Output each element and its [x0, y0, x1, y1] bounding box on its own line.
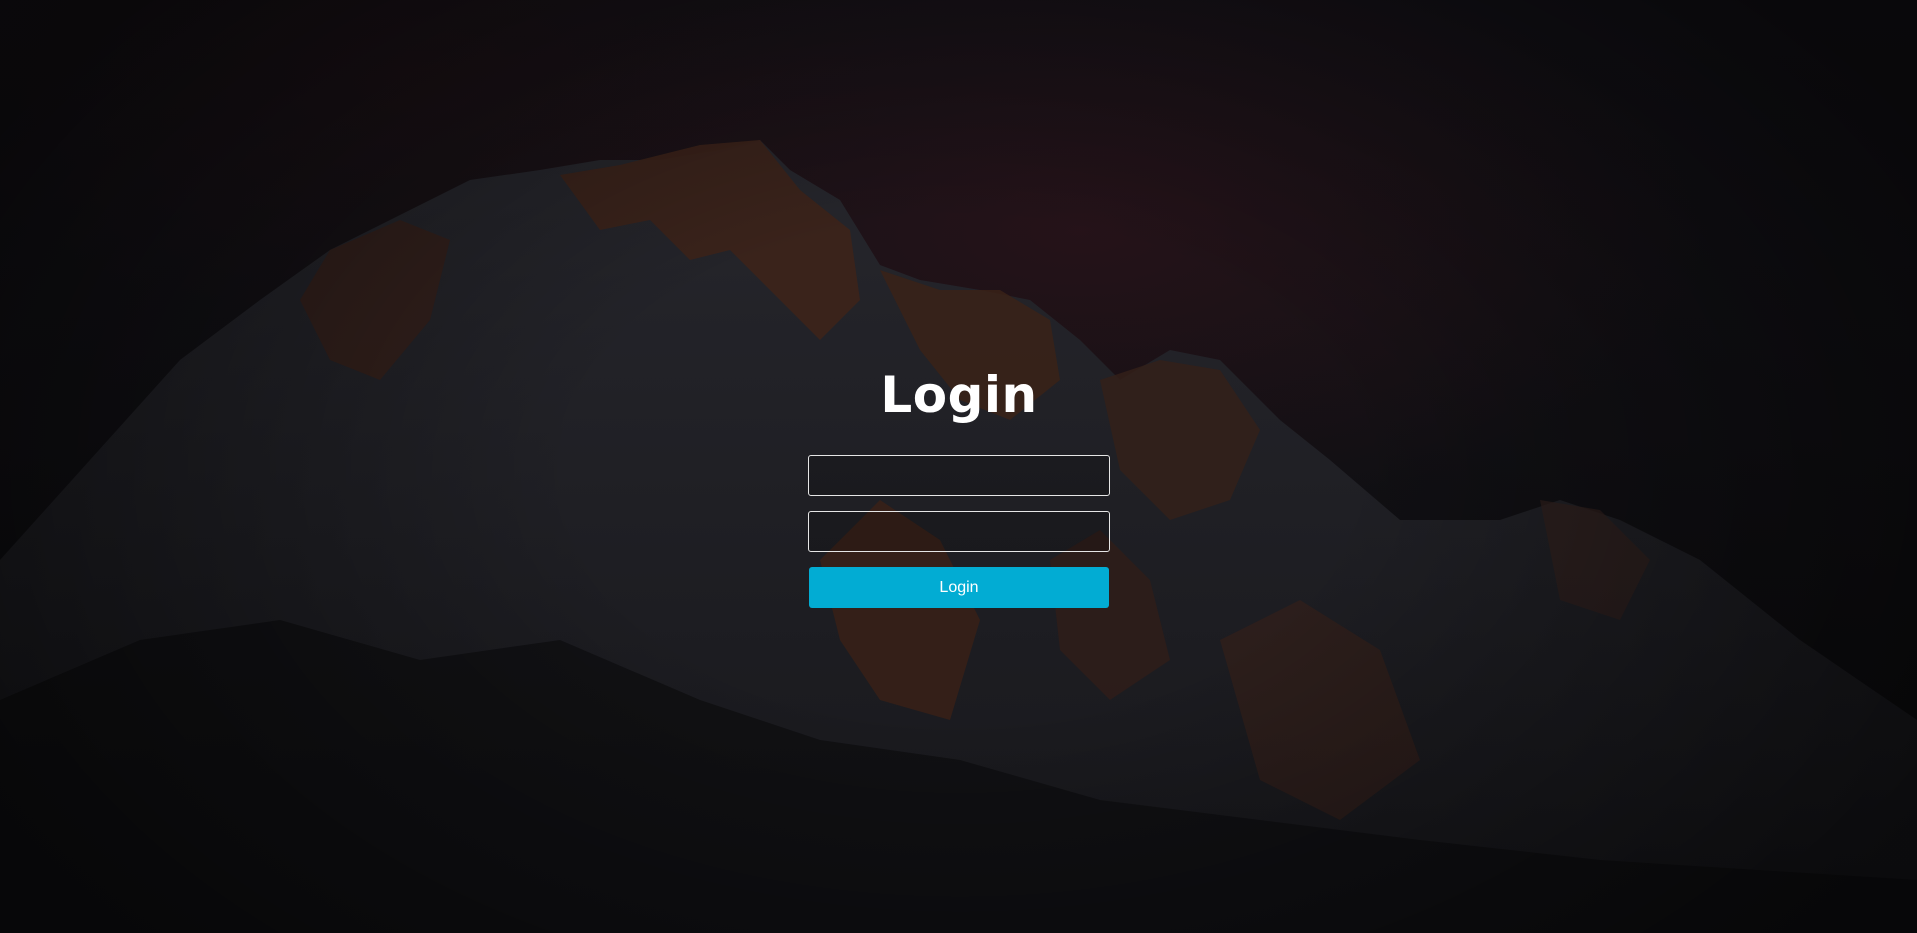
password-input[interactable]: [808, 511, 1110, 552]
login-form: Login Login: [808, 365, 1110, 608]
login-page: Login Login: [0, 0, 1917, 933]
login-button[interactable]: Login: [809, 567, 1109, 608]
username-input[interactable]: [808, 455, 1110, 496]
login-title: Login: [880, 366, 1038, 424]
